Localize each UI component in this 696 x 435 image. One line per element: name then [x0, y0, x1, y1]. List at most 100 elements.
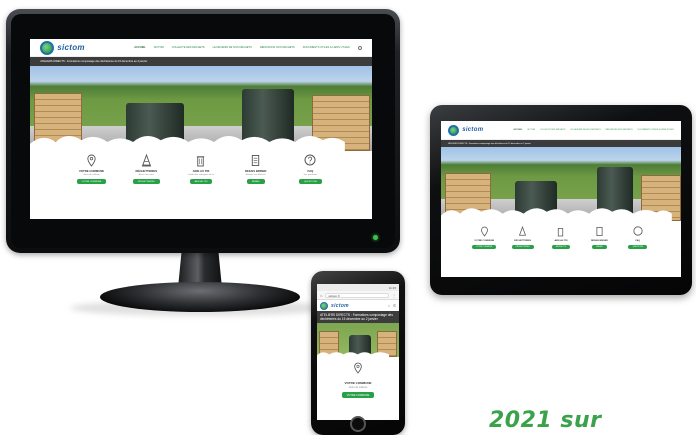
phone-clock: 11:15	[388, 285, 396, 290]
main-nav: Accueil Sictom Collecte des déchets Le d…	[134, 45, 362, 50]
nav-item-accueil[interactable]: Accueil	[513, 129, 522, 131]
service-button[interactable]: Votre commune	[341, 392, 375, 398]
service-card: Refais briser Réduire vos déchets Refais	[231, 153, 280, 184]
service-button[interactable]: Refais	[592, 245, 607, 249]
service-title: Refais briser	[590, 240, 608, 242]
service-button[interactable]: Questions	[298, 179, 322, 184]
service-card: FAQ Questions	[620, 224, 655, 249]
bin-icon	[554, 224, 568, 238]
nav-item-devenir[interactable]: Le devenir de nos déchets	[213, 46, 252, 49]
tablet-device: sictom Accueil Sictom Collecte des déche…	[430, 105, 692, 295]
service-button[interactable]: Refais	[246, 179, 265, 184]
phone-site-header: sictom ○ ≡	[317, 300, 399, 311]
desktop-screen: sictom Accueil Sictom Collecte des déche…	[30, 39, 372, 219]
logo-mark-icon	[40, 40, 55, 55]
site-header: sictom Accueil Sictom Collecte des déche…	[30, 39, 372, 57]
service-desc: Guide des consignes de tri	[188, 174, 214, 176]
document-icon	[249, 153, 263, 167]
bin-icon	[194, 153, 208, 167]
nav-item-documents[interactable]: Documents utiles & liens utiles	[638, 129, 674, 131]
service-title: Votre commune	[344, 381, 372, 385]
main-nav: Accueil Sictom Collecte des déchets Le d…	[513, 129, 673, 131]
nav-item-accueil[interactable]: Accueil	[134, 46, 146, 49]
tablet-website: sictom Accueil Sictom Collecte des déche…	[441, 121, 681, 277]
question-icon	[631, 224, 645, 238]
power-led	[373, 235, 378, 240]
monitor-stand	[100, 282, 300, 312]
phone-status-bar: 11:15	[317, 284, 399, 291]
cone-icon	[139, 153, 153, 167]
logo-text: sictom	[57, 43, 85, 52]
home-icon[interactable]: ⌂	[320, 293, 322, 298]
service-button[interactable]: Questions	[628, 245, 648, 249]
service-title: Votre commune	[474, 240, 495, 242]
service-title: Déchetteries	[135, 169, 158, 173]
services-row: Votre commune Jours de collecte Votre co…	[30, 151, 372, 184]
phone-news-banner[interactable]: ATELIERS DIRECTS : Formations compostage…	[317, 311, 399, 323]
service-button[interactable]: Aide au tri	[189, 179, 213, 184]
service-card: FAQ Vos questions Questions	[286, 153, 335, 184]
news-banner[interactable]: ATELIERS DIRECTS : Formations compostage…	[30, 57, 372, 66]
service-button[interactable]: Déchetteries	[511, 245, 534, 249]
hero-clouds	[317, 352, 390, 357]
hero-image	[30, 66, 372, 151]
search-icon[interactable]: ○	[388, 303, 390, 308]
news-banner[interactable]: ATELIERS DIRECTS : Formations compostage…	[441, 140, 681, 147]
tablet-screen: sictom Accueil Sictom Collecte des déche…	[441, 121, 681, 277]
nav-item-devenir[interactable]: Le devenir de nos déchets	[570, 129, 600, 131]
map-pin-icon	[353, 361, 363, 379]
logo-text: sictom	[331, 302, 349, 309]
phone-home-button[interactable]	[350, 416, 366, 432]
service-title: FAQ	[307, 169, 314, 173]
question-icon	[303, 153, 317, 167]
service-desc: Accès aux sites	[138, 174, 154, 176]
nav-item-collecte[interactable]: Collecte des déchets	[540, 129, 565, 131]
device-mockup-scene: sictom Accueil Sictom Collecte des déche…	[0, 0, 696, 435]
service-title: Aide au tri	[554, 240, 568, 242]
service-button[interactable]: Aide au tri	[551, 245, 571, 249]
site-logo[interactable]: sictom	[448, 124, 484, 136]
hamburger-icon[interactable]: ≡	[393, 303, 396, 309]
phone-device: 11:15 ⌂ sictom.fr ⋮ sictom ○ ≡ ATELIERS …	[311, 271, 405, 435]
hero-clouds	[30, 135, 345, 151]
services-row: Votre commune Votre commune Déchetteries…	[441, 221, 681, 249]
service-title: Votre commune	[78, 169, 105, 173]
hero-clouds	[441, 208, 672, 221]
site-header: sictom Accueil Sictom Collecte des déche…	[441, 121, 681, 140]
service-card: Déchetteries Accès aux sites Déchetterie…	[122, 153, 171, 184]
nav-item-collecte[interactable]: Collecte des déchets	[172, 46, 205, 49]
nav-item-reduisons[interactable]: Réduisons nos déchets	[260, 46, 295, 49]
service-button[interactable]: Votre commune	[76, 179, 107, 184]
service-desc: Réduire vos déchets	[245, 174, 266, 176]
service-desc: Jours de collecte	[83, 174, 100, 176]
logo-text: sictom	[462, 127, 484, 133]
nav-item-sictom[interactable]: Sictom	[527, 129, 535, 131]
phone-url-bar: ⌂ sictom.fr ⋮	[317, 291, 399, 300]
service-title: Refais briser	[244, 169, 267, 173]
site-logo[interactable]: sictom	[320, 301, 349, 310]
menu-icon[interactable]: ⋮	[392, 293, 396, 298]
phone-service-card: Votre commune Jours de collecte Votre co…	[317, 357, 399, 398]
document-icon	[592, 224, 606, 238]
nav-item-documents[interactable]: Documents utiles & liens utiles	[303, 46, 350, 49]
nav-item-sictom[interactable]: Sictom	[154, 46, 164, 49]
service-card: Votre commune Jours de collecte Votre co…	[67, 153, 116, 184]
service-card: Aide au tri Aide au tri	[544, 224, 579, 249]
service-title: FAQ	[635, 240, 641, 242]
service-card: Refais briser Refais	[582, 224, 617, 249]
desktop-website: sictom Accueil Sictom Collecte des déche…	[30, 39, 372, 219]
map-pin-icon	[477, 224, 491, 238]
tagline-text: 2021 sur	[489, 408, 602, 433]
service-desc: Vos questions	[303, 174, 318, 176]
service-title: Déchetteries	[514, 240, 532, 242]
nav-item-reduisons[interactable]: Réduisons nos déchets	[606, 129, 633, 131]
phone-screen: 11:15 ⌂ sictom.fr ⋮ sictom ○ ≡ ATELIERS …	[317, 284, 399, 420]
phone-url-field[interactable]: sictom.fr	[325, 292, 389, 298]
search-icon[interactable]	[357, 45, 362, 50]
service-title: Aide au tri	[192, 169, 210, 173]
service-button[interactable]: Votre commune	[472, 245, 497, 249]
service-button[interactable]: Déchetteries	[132, 179, 160, 184]
service-desc: Jours de collecte	[348, 386, 368, 389]
site-logo[interactable]: sictom	[40, 40, 85, 55]
cone-icon	[516, 224, 530, 238]
